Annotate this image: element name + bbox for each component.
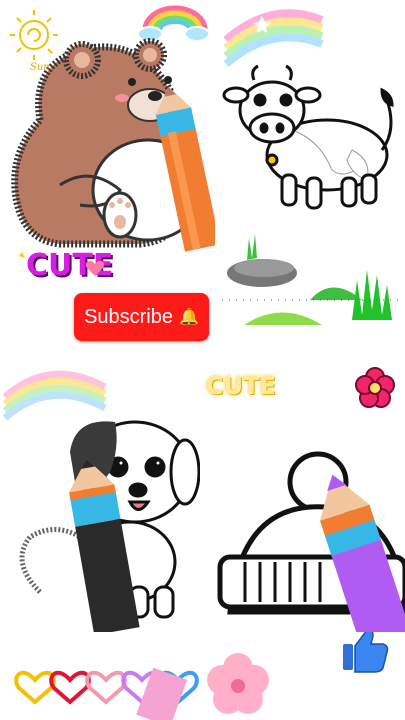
beanie-illustration [217,367,405,632]
reaction-strip [14,632,389,720]
rainbow-left [2,370,107,421]
puppy-illustration [2,370,200,632]
thumbs-up-icon [343,632,389,673]
subscribe-button[interactable]: Subscribe 🔔 [74,293,209,341]
pink-flower-large [207,653,269,714]
beanie-panel [200,362,405,632]
pink-flower [355,367,395,408]
cow-illustration [222,9,402,325]
cow-panel [222,0,405,345]
cute-sticker-2: CUTE [206,372,276,400]
rainbow-small [137,5,210,42]
cow [222,64,394,210]
rainbow-top [223,9,324,68]
bell-icon: 🔔 [179,309,199,326]
heart-sparkles [19,252,105,276]
rock-and-grass [222,234,402,325]
puppy-panel [0,362,200,632]
subscribe-label: Subscribe [84,305,173,328]
sun-label: Sun. [30,62,53,73]
sun-doodle [10,10,58,60]
